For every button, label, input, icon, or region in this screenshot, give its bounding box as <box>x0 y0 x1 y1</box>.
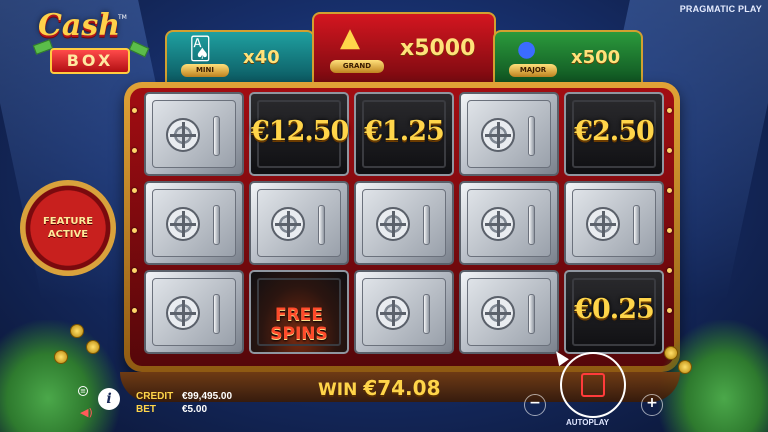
safe-dial-icon <box>166 118 200 152</box>
grand-badge: ▲ GRAND <box>324 21 390 75</box>
safe-handle-icon <box>213 294 220 334</box>
safe-handle-icon <box>318 205 325 245</box>
safe-dial-icon <box>376 296 410 330</box>
provider-label: PRAGMATIC PLAY <box>679 4 762 14</box>
safe-cell <box>459 181 559 265</box>
safe-dial-icon <box>271 207 305 241</box>
prize-cell: €0.25 <box>564 270 664 354</box>
safe-handle-icon <box>528 116 535 156</box>
safe-dial-icon <box>376 207 410 241</box>
safe-handle-icon <box>213 205 220 245</box>
safe-cell <box>144 270 244 354</box>
stop-icon <box>581 373 605 397</box>
prize-value: €2.50 <box>574 116 655 147</box>
feature-line-1: FEATURE <box>42 216 94 227</box>
prize-cell: €1.25 <box>354 92 454 176</box>
meters: CREDIT €99,495.00 BET €5.00 <box>136 390 232 416</box>
safe-cell <box>249 181 349 265</box>
logo-box-text: BOX <box>50 48 130 74</box>
free-spins-line-2: SPINS <box>270 324 328 344</box>
free-spins-line-1: FREE <box>275 305 323 325</box>
major-badge: ● MAJOR <box>505 35 561 79</box>
win-label: WIN <box>318 380 358 400</box>
jackpot-value: x5000 <box>400 35 476 61</box>
jackpot-major: ● MAJOR x500 <box>493 30 643 82</box>
jackpot-label: MINI <box>181 64 229 77</box>
safe-handle-icon <box>213 116 220 156</box>
safe-cell <box>459 270 559 354</box>
prize-value: €0.25 <box>574 294 655 325</box>
safe-dial-icon <box>481 118 515 152</box>
safe-handle-icon <box>423 205 430 245</box>
safe-cell <box>354 181 454 265</box>
playing-cards-icon: 🂡 <box>189 37 212 62</box>
logo-cash-text: Cash <box>38 8 121 43</box>
logo-trademark: TM <box>118 14 127 21</box>
credit-label: CREDIT <box>136 391 174 402</box>
feature-active-badge: FEATURE ACTIVE <box>20 180 116 276</box>
bet-increase-button[interactable]: + <box>641 394 663 416</box>
bet-label: BET <box>136 404 156 415</box>
prize-cell: €2.50 <box>564 92 664 176</box>
free-spins-text: FREE SPINS <box>251 306 347 344</box>
jackpot-value: x500 <box>571 46 621 68</box>
money-pile-left <box>0 320 120 432</box>
jackpot-mini: 🂡 MINI x40 <box>165 30 315 82</box>
safe-cell <box>144 181 244 265</box>
safe-dial-icon <box>166 207 200 241</box>
mini-badge: 🂡 MINI <box>177 35 233 79</box>
safe-dial-icon <box>481 207 515 241</box>
jackpot-label: MAJOR <box>509 64 557 77</box>
jackpot-grand: ▲ GRAND x5000 <box>312 12 496 82</box>
bet-value: €5.00 <box>182 404 208 415</box>
safe-cell <box>144 92 244 176</box>
prize-value: €12.50 <box>251 116 349 147</box>
safe-handle-icon <box>528 294 535 334</box>
gold-bars-icon: ▲ <box>340 23 360 53</box>
game-logo: Cash TM BOX <box>32 8 150 80</box>
menu-icon[interactable]: ≡ <box>78 386 88 396</box>
info-icon[interactable]: i <box>98 388 120 410</box>
safe-dial-icon <box>166 296 200 330</box>
safe-cell <box>459 92 559 176</box>
safe-handle-icon <box>633 205 640 245</box>
safe-cell <box>564 181 664 265</box>
casino-chips-icon: ● <box>517 37 537 62</box>
safe-handle-icon <box>528 205 535 245</box>
credit-value: €99,495.00 <box>182 391 233 402</box>
safe-cell <box>354 270 454 354</box>
safe-dial-icon <box>481 296 515 330</box>
bet-decrease-button[interactable]: − <box>524 394 546 416</box>
jackpot-label: GRAND <box>330 60 384 73</box>
reel-grid: €12.50 €1.25 €2.50 FREE SPINS €0.25 <box>144 92 666 354</box>
sound-icon[interactable]: ◀) <box>80 406 93 419</box>
free-spins-cell: FREE SPINS <box>249 270 349 354</box>
win-display: WIN €74.08 <box>318 376 441 400</box>
safe-dial-icon <box>586 207 620 241</box>
autoplay-button[interactable]: AUTOPLAY <box>566 418 609 427</box>
prize-cell: €12.50 <box>249 92 349 176</box>
win-amount: €74.08 <box>363 376 441 400</box>
spin-button[interactable] <box>560 352 626 418</box>
jackpot-value: x40 <box>243 46 280 68</box>
safe-handle-icon <box>423 294 430 334</box>
prize-value: €1.25 <box>364 116 445 147</box>
feature-line-2: ACTIVE <box>47 229 89 240</box>
